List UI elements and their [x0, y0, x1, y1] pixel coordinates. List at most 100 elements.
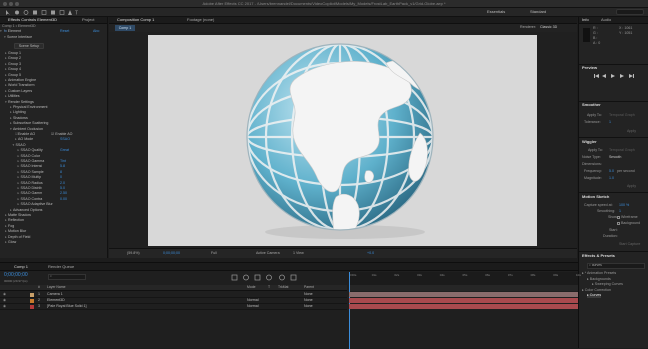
time-ruler[interactable]: 0:00s 01s 02s 03s 04s 05s 06s 07s 08s 09s 10s	[349, 272, 581, 285]
tab-comp1-timeline[interactable]: Comp 1	[14, 265, 28, 270]
layer-name[interactable]: Camera 1	[47, 292, 63, 297]
preset-item[interactable]: ▸ Backgrounds	[587, 277, 611, 282]
about-link[interactable]: Abo	[93, 29, 99, 34]
tree-item-value[interactable]: Great	[60, 149, 69, 153]
smoother-apply-to-dropdown[interactable]: Temporal Graph	[609, 113, 635, 118]
smoothing-label: Smoothing:	[597, 209, 616, 213]
tab-audio[interactable]: Audio	[601, 18, 611, 23]
eye-icon[interactable]: ◉	[3, 304, 6, 309]
timeline-search-input[interactable]: ⌕	[48, 274, 86, 280]
wiggler-apply-button[interactable]: Apply	[627, 184, 636, 189]
motion-blur-icon	[279, 274, 285, 281]
smoother-apply-button[interactable]: Apply	[627, 129, 636, 134]
wiggler-magnitude-value[interactable]: 1.0	[609, 176, 614, 181]
capture-speed-value[interactable]: 100 %	[619, 203, 629, 208]
tree-item-value[interactable]: 0.00	[60, 197, 67, 202]
playhead[interactable]	[349, 272, 350, 349]
tree-item-value[interactable]: 5.8	[60, 165, 65, 169]
tree-item-value[interactable]: Tint	[60, 159, 66, 164]
tree-item-label: AO Mode	[18, 137, 34, 142]
tab-effect-controls[interactable]: Effects Controls Element3D	[8, 18, 57, 23]
window-title: Adobe After Effects CC 2017 - /Users/bre…	[202, 1, 446, 6]
work-area-bar[interactable]	[349, 285, 578, 291]
layer-parent-dropdown[interactable]: None	[304, 304, 313, 309]
tree-item-value[interactable]: SSAO	[60, 138, 70, 142]
zoom-dropdown[interactable]: (59.8%)	[127, 251, 140, 256]
tab-render-queue[interactable]: Render Queue	[48, 265, 74, 270]
tree-item-value[interactable]: 2.50	[60, 192, 67, 196]
col-layer-name[interactable]: Layer Name	[47, 285, 65, 289]
preset-item[interactable]: ▸ Curves	[587, 294, 602, 298]
views-dropdown[interactable]: 1 View	[293, 251, 304, 256]
selection-tool-icon	[6, 10, 10, 15]
wireframe-checkbox[interactable]	[617, 216, 620, 219]
tree-item-label: Custom Layers	[8, 88, 33, 93]
draft-3d-icon	[243, 274, 249, 281]
comp1-subtab[interactable]: Comp 1	[115, 25, 135, 31]
play-icon	[611, 74, 615, 78]
tab-project[interactable]: Project	[82, 18, 94, 23]
layer-row[interactable]: ◉ 3 [Pale Royal Blue Solid 1] Normal None	[0, 304, 347, 310]
label-color-swatch[interactable]	[30, 305, 34, 309]
comp-flowchart-icon	[231, 274, 238, 281]
preset-item[interactable]: ▸ * Animation Presets	[582, 271, 616, 276]
tree-item-value[interactable]: 2.0	[60, 181, 65, 186]
composition-footer: (59.8%) 0;00;00;00 Full Active Camera 1 …	[109, 248, 577, 258]
tree-item-label: Advanced Options	[13, 207, 43, 212]
label-color-swatch[interactable]	[30, 299, 34, 303]
exposure-value[interactable]: +0.0	[367, 251, 374, 256]
camera-dropdown[interactable]: Active Camera	[256, 251, 280, 256]
timeline-tabs: Comp 1 Render Queue	[0, 263, 578, 271]
reset-link[interactable]: Reset	[60, 29, 69, 34]
scene-setup-button[interactable]: Scene Setup	[14, 43, 44, 49]
collapse-arrow-icon[interactable]: ▾	[0, 29, 3, 34]
layer-name[interactable]: Element3D	[47, 298, 65, 303]
resolution-dropdown[interactable]: Full	[211, 251, 217, 256]
layer-mode-dropdown[interactable]: Normal	[247, 304, 259, 309]
prev-frame-icon	[602, 74, 606, 78]
help-search-input[interactable]	[616, 9, 644, 15]
wiggler-apply-to-dropdown[interactable]: Temporal Graph	[609, 148, 635, 153]
wiggler-title: Wiggler	[582, 139, 597, 144]
preset-item[interactable]: ▸ Color Correction	[582, 288, 611, 293]
enable-ao-checkbox[interactable]: ☑ Enable AO	[51, 132, 72, 137]
current-time[interactable]: 0;00;00;00	[163, 251, 180, 256]
workspace-standard[interactable]: Standard	[530, 10, 546, 14]
eye-icon[interactable]: ◉	[3, 298, 6, 303]
timeline-timecode[interactable]: 0;00;00;00	[4, 273, 28, 278]
tab-info[interactable]: Info	[582, 18, 589, 23]
smoothing-value[interactable]: 1	[619, 209, 621, 214]
tree-item-label: Depth of Field	[8, 234, 31, 239]
frame-blending-icon	[266, 274, 272, 281]
eye-icon[interactable]: ◉	[3, 292, 6, 297]
effects-search-input[interactable]: ⌕ curves	[587, 263, 645, 269]
tab-composition[interactable]: Composition Comp 1	[117, 18, 154, 23]
ruler-tick-label: 02s	[394, 273, 400, 277]
tree-item-value[interactable]: 8	[60, 170, 62, 175]
wiggler-frequency-value[interactable]: 5.0	[609, 169, 614, 174]
layer-duration-bar[interactable]	[349, 291, 578, 297]
tab-footage[interactable]: Footage (none)	[187, 18, 214, 23]
label-color-swatch[interactable]	[30, 293, 34, 297]
layer-mode-dropdown[interactable]: Normal	[247, 298, 259, 303]
layer-duration-bar[interactable]	[349, 297, 578, 303]
tree-item-label: SSAO Contra	[20, 196, 43, 201]
start-capture-button[interactable]: Start Capture	[619, 242, 640, 247]
smoother-tolerance-value[interactable]: 1	[609, 120, 611, 125]
ruler-tick-label: 04s	[439, 273, 445, 277]
shape-tool-icon	[59, 10, 65, 15]
preset-item[interactable]: ▸ Sweeping Curves	[592, 283, 623, 287]
layer-name[interactable]: [Pale Royal Blue Solid 1]	[47, 304, 87, 309]
tree-item-value[interactable]: 0	[60, 176, 62, 180]
tree-item-value[interactable]: 5.0	[60, 186, 65, 191]
renderer-dropdown[interactable]: Classic 3D	[540, 25, 557, 30]
tree-item-glow[interactable]: ▸Glow	[5, 240, 112, 246]
wiggler-noise-dropdown[interactable]: Smooth	[609, 155, 621, 160]
layer-duration-bar[interactable]	[349, 303, 578, 309]
composition-canvas[interactable]	[148, 35, 537, 246]
tree-item-label: SSAO Multip	[20, 175, 42, 180]
layer-parent-dropdown[interactable]: None	[304, 298, 313, 303]
workspace-essentials[interactable]: Essentials	[487, 10, 505, 14]
background-checkbox[interactable]	[617, 222, 620, 225]
layer-parent-dropdown[interactable]: None	[304, 292, 313, 297]
